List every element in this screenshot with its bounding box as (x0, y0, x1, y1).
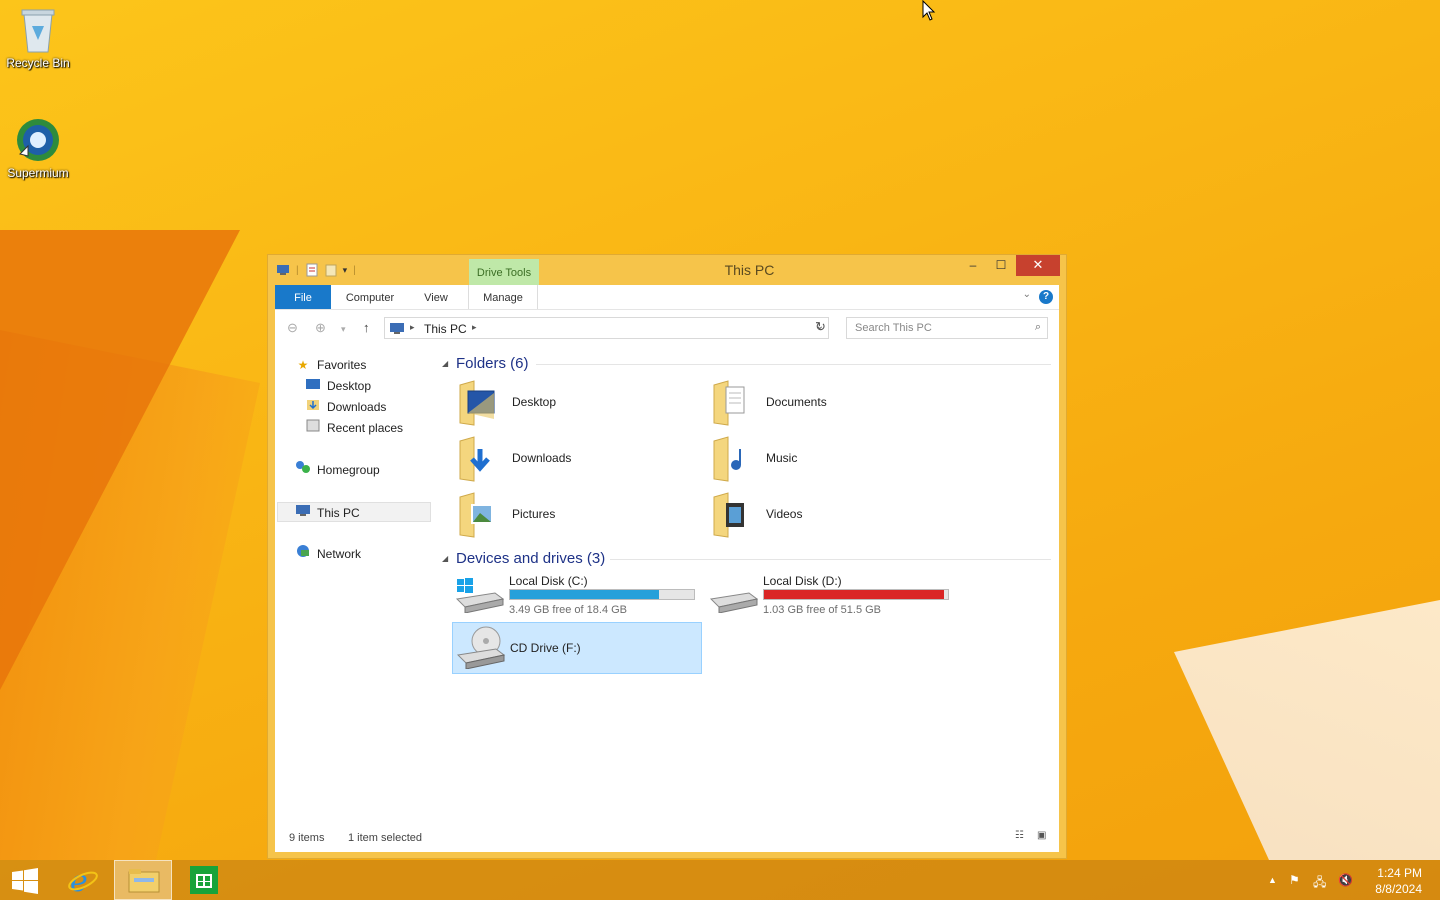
content-pane: ◢ Folders (6) Desktop Documents Download… (440, 351, 1059, 822)
taskbar-file-explorer[interactable] (114, 860, 172, 900)
drive-d[interactable]: Local Disk (D:) 1.03 GB free of 51.5 GB (706, 571, 956, 623)
drive-f[interactable]: CD Drive (F:) (452, 622, 702, 674)
tab-computer[interactable]: Computer (337, 285, 403, 309)
desktop-icon-label: Recycle Bin (6, 56, 70, 70)
folders-group-header[interactable]: ◢ Folders (6) (440, 353, 1059, 375)
volume-muted-icon[interactable]: 🔇 (1338, 873, 1353, 887)
wallpaper-shape (0, 230, 240, 690)
tab-manage[interactable]: Manage (468, 285, 538, 309)
hard-drive-icon (709, 592, 759, 613)
clock-time: 1:24 PM (1377, 866, 1422, 880)
tab-file[interactable]: File (275, 285, 331, 309)
nav-favorites[interactable]: ★ Favorites (295, 355, 367, 375)
details-view-icon[interactable]: ☷ (1015, 830, 1029, 842)
this-pc-icon (295, 503, 311, 523)
nav-this-pc[interactable]: This PC (277, 502, 431, 522)
taskbar-store[interactable] (176, 860, 232, 900)
wallpaper-shape (1174, 600, 1440, 860)
downloads-folder-icon (305, 397, 321, 417)
expand-ribbon-icon[interactable]: ⌄ (1023, 289, 1031, 300)
navigation-bar: ⊖ ⊕ ▾ ↑ ▸ This PC ▸ ⌄ ↻ Search This PC ⌕ (275, 316, 1059, 342)
nav-downloads[interactable]: Downloads (305, 397, 386, 417)
desktop-folder-icon (305, 376, 321, 396)
navigation-pane: ★ Favorites Desktop Downloads Recent plac… (275, 351, 435, 822)
folder-downloads[interactable]: Downloads (452, 433, 702, 485)
pictures-folder-icon (459, 492, 493, 538)
file-explorer-window: | ▾ | Drive Tools This PC – ☐ ✕ File Com… (267, 254, 1067, 859)
help-icon[interactable]: ? (1039, 290, 1053, 304)
forward-button[interactable]: ⊕ (315, 320, 326, 336)
devices-group-header[interactable]: ◢ Devices and drives (3) (440, 548, 1059, 570)
recycle-bin-icon (21, 9, 55, 53)
breadcrumb-this-pc[interactable]: This PC (424, 322, 467, 336)
up-button[interactable]: ↑ (363, 320, 370, 335)
folder-documents[interactable]: Documents (706, 377, 956, 429)
videos-folder-icon (713, 492, 744, 538)
address-bar[interactable]: ▸ This PC ▸ ⌄ (384, 317, 829, 339)
system-clock[interactable]: 1:24 PM 8/8/2024 (1375, 865, 1422, 897)
file-explorer-icon (128, 869, 160, 893)
window-client: File Computer View Manage ⌄ ? ⊖ ⊕ ▾ ↑ ▸ … (275, 285, 1059, 852)
music-folder-icon (713, 436, 741, 482)
show-hidden-icons-icon[interactable]: ▲ (1268, 875, 1277, 885)
nav-desktop[interactable]: Desktop (305, 376, 371, 396)
title-bar[interactable]: | ▾ | Drive Tools This PC – ☐ ✕ (268, 255, 1066, 285)
store-icon (190, 866, 218, 894)
desktop-folder-icon (459, 380, 495, 426)
status-item-count: 9 items (289, 832, 325, 844)
breadcrumb-separator-icon: ▸ (410, 322, 415, 332)
minimize-button[interactable]: – (960, 255, 986, 277)
this-pc-icon (390, 323, 404, 334)
downloads-folder-icon (459, 436, 490, 482)
network-tray-icon[interactable]: 🖧 (1313, 873, 1326, 894)
action-center-flag-icon[interactable]: ⚑ (1289, 873, 1300, 887)
folder-pictures[interactable]: Pictures (452, 489, 702, 541)
nav-recent-places[interactable]: Recent places (305, 418, 403, 438)
large-icons-view-icon[interactable]: ▣ (1037, 830, 1051, 842)
taskbar: e ▲ ⚑ 🖧 🔇 1:24 PM 8/8/2024 (0, 860, 1440, 900)
breadcrumb-chevron-icon[interactable]: ▸ (472, 322, 477, 333)
search-placeholder: Search This PC (855, 322, 932, 334)
windows-logo-icon (12, 868, 38, 894)
status-selection: 1 item selected (348, 832, 422, 844)
cd-drive-icon (456, 626, 506, 669)
search-box[interactable]: Search This PC ⌕ (846, 317, 1048, 339)
collapse-triangle-icon: ◢ (442, 554, 449, 563)
internet-explorer-icon: e (68, 865, 98, 895)
drive-c[interactable]: Local Disk (C:) 3.49 GB free of 18.4 GB (452, 571, 702, 623)
star-icon: ★ (297, 358, 309, 372)
folder-desktop[interactable]: Desktop (452, 377, 702, 429)
network-icon (295, 544, 311, 564)
maximize-button[interactable]: ☐ (988, 255, 1014, 277)
drive-usage-bar (509, 589, 695, 600)
ribbon-tabs: File Computer View Manage ⌄ ? (275, 285, 1059, 310)
close-button[interactable]: ✕ (1016, 255, 1060, 276)
nav-homegroup[interactable]: Homegroup (295, 460, 380, 480)
status-bar: 9 items 1 item selected ☷ ▣ (275, 822, 1059, 852)
collapse-triangle-icon: ◢ (442, 359, 449, 368)
refresh-icon[interactable]: ↻ (815, 319, 826, 335)
start-button[interactable] (0, 860, 56, 900)
clock-date: 8/8/2024 (1375, 882, 1422, 896)
window-title: This PC (724, 262, 775, 278)
documents-folder-icon (713, 380, 745, 426)
folder-music[interactable]: Music (706, 433, 956, 485)
desktop-icon-recycle-bin[interactable]: Recycle Bin (0, 6, 76, 70)
desktop-icon-label: Supermium (7, 166, 69, 180)
recent-locations-icon[interactable]: ▾ (341, 324, 346, 335)
desktop-icon-supermium[interactable]: Supermium (0, 116, 76, 180)
mouse-cursor-icon (922, 0, 936, 21)
taskbar-internet-explorer[interactable]: e (56, 860, 112, 900)
back-button[interactable]: ⊖ (287, 320, 298, 336)
homegroup-icon (295, 460, 311, 480)
search-icon: ⌕ (1034, 321, 1041, 333)
drive-usage-bar (763, 589, 949, 600)
supermium-icon (17, 119, 59, 161)
windows-hard-drive-icon (455, 578, 505, 613)
folder-videos[interactable]: Videos (706, 489, 956, 541)
tab-view[interactable]: View (413, 285, 459, 309)
recent-places-icon (305, 418, 321, 438)
nav-network[interactable]: Network (295, 544, 361, 564)
